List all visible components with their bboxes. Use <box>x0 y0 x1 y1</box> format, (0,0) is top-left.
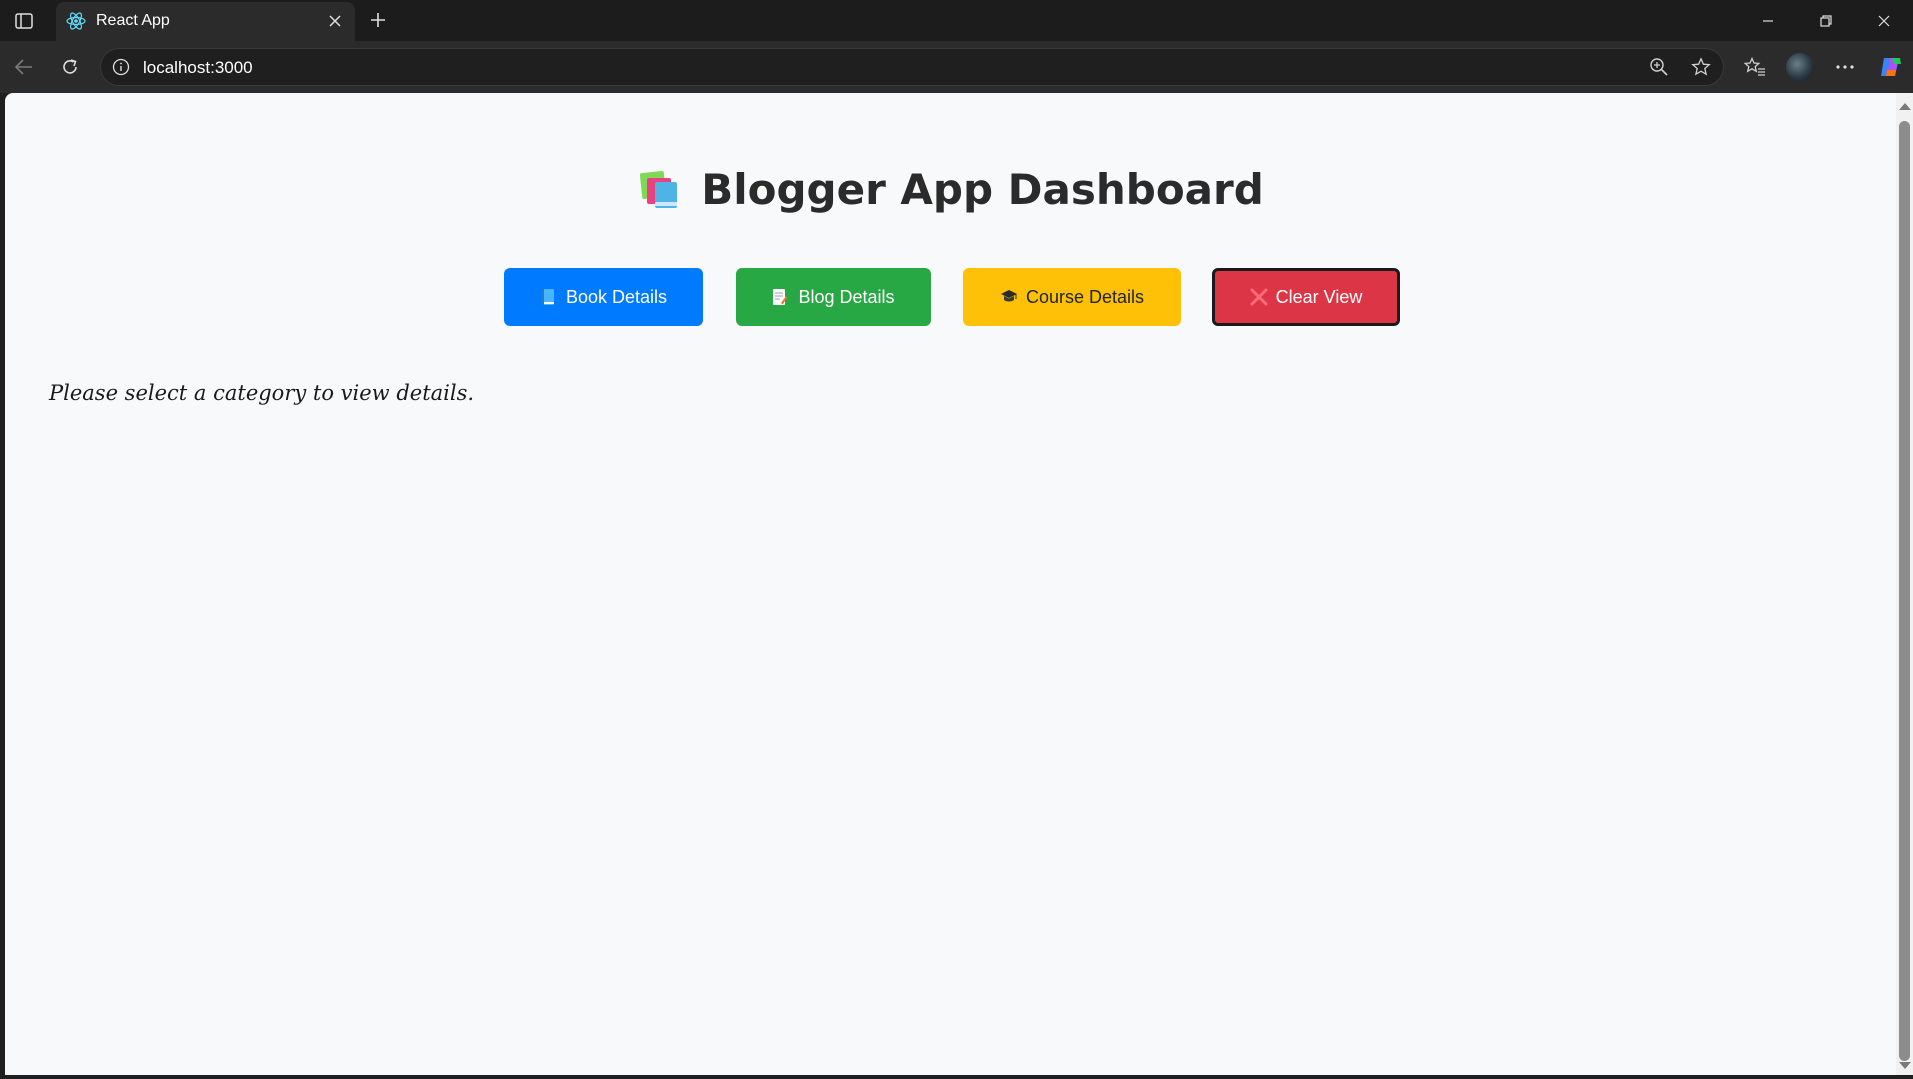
address-bar[interactable]: localhost:3000 <box>100 48 1724 86</box>
page-scrollbar[interactable] <box>1896 93 1913 1075</box>
sidebar-toggle-icon[interactable] <box>12 9 36 33</box>
page-title-text: Blogger App Dashboard <box>701 165 1264 214</box>
favorite-star-icon[interactable] <box>1689 55 1713 79</box>
reload-icon[interactable] <box>54 51 86 83</box>
course-details-button[interactable]: Course Details <box>963 268 1181 326</box>
close-window-icon[interactable] <box>1855 0 1913 41</box>
blog-details-button[interactable]: Blog Details <box>736 268 931 326</box>
book-details-label: Book Details <box>565 286 668 307</box>
blue-book-icon <box>540 288 556 306</box>
scroll-up-arrow-icon[interactable] <box>1899 103 1911 110</box>
copilot-icon[interactable] <box>1875 51 1907 83</box>
books-icon <box>637 168 683 210</box>
empty-state-message: Please select a category to view details… <box>49 381 475 405</box>
scroll-thumb[interactable] <box>1899 121 1910 1061</box>
zoom-icon[interactable] <box>1647 55 1671 79</box>
tab-title: React App <box>96 12 170 29</box>
cross-mark-icon <box>1250 288 1268 306</box>
blog-details-label: Blog Details <box>798 286 895 307</box>
restore-icon[interactable] <box>1797 0 1855 41</box>
memo-icon <box>772 288 788 306</box>
close-tab-icon[interactable] <box>325 11 345 31</box>
graduation-cap-icon <box>1000 288 1017 306</box>
favorites-icon[interactable] <box>1739 51 1771 83</box>
profile-avatar[interactable] <box>1786 53 1814 81</box>
clear-view-label: Clear View <box>1275 286 1363 307</box>
more-options-icon[interactable] <box>1829 51 1861 83</box>
window-controls <box>1739 0 1913 41</box>
new-tab-icon[interactable] <box>366 8 390 32</box>
scroll-down-arrow-icon[interactable] <box>1899 1062 1911 1069</box>
book-details-button[interactable]: Book Details <box>504 268 703 326</box>
course-details-label: Course Details <box>1025 286 1145 307</box>
react-logo-icon <box>66 11 86 31</box>
tab-react-app[interactable]: React App <box>56 2 355 41</box>
browser-window: React App localhost:3000 Blogger App Das… <box>0 0 1913 1079</box>
minimize-icon[interactable] <box>1739 0 1797 41</box>
tab-strip: React App <box>0 0 1913 41</box>
page-viewport: Blogger App Dashboard Book Details Blog … <box>5 93 1896 1075</box>
browser-toolbar: localhost:3000 <box>0 41 1913 93</box>
site-info-icon[interactable] <box>111 57 131 77</box>
page-title: Blogger App Dashboard <box>5 165 1896 214</box>
address-url[interactable]: localhost:3000 <box>143 58 253 78</box>
clear-view-button[interactable]: Clear View <box>1212 268 1400 326</box>
back-arrow-icon[interactable] <box>8 51 40 83</box>
